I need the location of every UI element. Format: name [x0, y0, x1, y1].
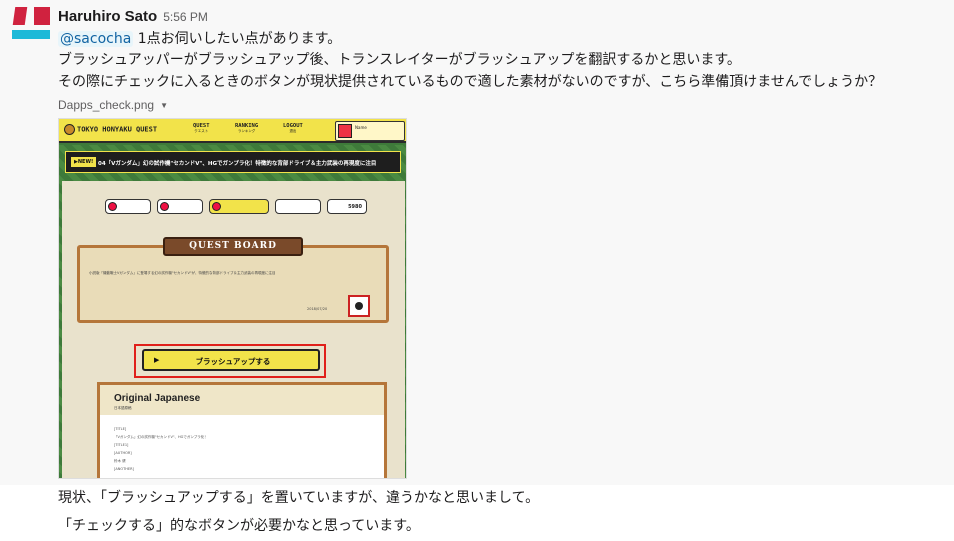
shot-chip — [157, 199, 203, 214]
shot-nav-logout-sub: 退出 — [289, 129, 297, 133]
file-attachment-header[interactable]: Dapps_check.png ▼ — [58, 98, 168, 112]
shot-original-subtitle: 日本語原稿 — [114, 406, 132, 410]
shot-chip-avatar — [108, 202, 117, 211]
shot-logo: TOKYO HONYAKU QUEST — [64, 124, 157, 135]
shot-new-badge: ▶NEW! — [71, 157, 97, 167]
avatar-shape-left — [12, 7, 28, 25]
shot-nav-ranking: RANKING ランキング — [235, 123, 258, 134]
shot-user-avatar — [338, 124, 352, 138]
shot-original-header: Original Japanese 日本語原稿 — [100, 385, 384, 415]
message-container: Haruhiro Sato 5:56 PM @sacocha 1点お伺いしたい点… — [0, 0, 954, 485]
shot-chip-avatar — [160, 202, 169, 211]
shot-original-line: [ANOTHER] — [114, 467, 134, 471]
shot-original-line: [AUTHOR] — [114, 451, 132, 455]
shot-chip-points: 5980 — [327, 199, 367, 214]
shot-nav-quest-sub: クエスト — [194, 129, 209, 133]
shot-team-chips: 5980 — [79, 199, 399, 217]
shot-board-text: 小説版「機動戦士Vガンダム」に登場する幻の試作機"セカンドV"が、特徴的な背部ド… — [89, 271, 276, 275]
shot-chip-active — [209, 199, 269, 214]
message-line-1-text: 1点お伺いしたい点があります。 — [133, 31, 342, 47]
shot-brushup-label: ブラッシュアップする — [195, 357, 271, 366]
user-mention[interactable]: @sacocha — [58, 31, 134, 47]
file-name[interactable]: Dapps_check.png — [58, 98, 154, 112]
attached-image[interactable]: TOKYO HONYAKU QUEST QUEST クエスト RANKING ラ… — [58, 118, 407, 479]
shot-brushup-button: ▶ ブラッシュアップする — [142, 349, 320, 371]
shot-nav-logout: LOGOUT 退出 — [283, 123, 303, 134]
shot-logo-icon — [64, 124, 75, 135]
shot-news-banner: ▶NEW! 04「Vガンダム」幻の試作機"セカンドV"、HGでガンプラ化！特徴的… — [65, 151, 401, 173]
shot-board-avatar — [348, 295, 370, 317]
shot-chip — [275, 199, 321, 214]
shot-board-date: 2018/07/20 — [307, 307, 328, 311]
shot-user-box: Name — [335, 121, 405, 141]
shot-original-line: [TITLE1] — [114, 443, 129, 447]
message-header: Haruhiro Sato 5:56 PM — [58, 8, 208, 25]
shot-original-panel: Original Japanese 日本語原稿 [TITLE] 「Vガンダム」幻… — [97, 382, 387, 478]
message-line-2: ブラッシュアッパーがブラッシュアップ後、トランスレイターがブラッシュアップを翻訳… — [58, 52, 741, 68]
chevron-down-icon[interactable]: ▼ — [160, 101, 168, 110]
avatar-bar — [12, 30, 50, 39]
shot-original-line: [TITLE] — [114, 427, 127, 431]
message-time[interactable]: 5:56 PM — [163, 10, 208, 24]
shot-nav-ranking-sub: ランキング — [237, 129, 256, 133]
followup-line-1: 現状、「ブラッシュアップする」を置いていますが、違うかなと思いまして。 — [58, 490, 540, 506]
shot-original-line: 鈴木 健 — [114, 459, 126, 463]
message-line-1: @sacocha 1点お伺いしたい点があります。 — [58, 29, 341, 49]
shot-board-title: QUEST BOARD — [163, 237, 303, 256]
message-line-3: その際にチェックに入るときのボタンが現状提供されているもので適した素材がないので… — [58, 74, 883, 90]
shot-quest-board — [77, 245, 389, 323]
shot-logo-text: TOKYO HONYAKU QUEST — [77, 125, 158, 134]
shot-chip — [105, 199, 151, 214]
shot-chip-avatar — [212, 202, 221, 211]
shot-original-line: 「Vガンダム」幻の試作機"セカンドV"、HGでガンプラ化！ — [114, 435, 208, 439]
avatar-shape-right — [34, 7, 50, 25]
shot-banner-text: 04「Vガンダム」幻の試作機"セカンドV"、HGでガンプラ化！特徴的な背部ドライ… — [98, 161, 377, 167]
sender-name[interactable]: Haruhiro Sato — [58, 8, 157, 25]
shot-original-title: Original Japanese — [114, 393, 201, 404]
followup-line-2: 「チェックする」的なボタンが必要かなと思っています。 — [58, 518, 420, 534]
shot-chip-count: 5980 — [348, 204, 362, 210]
shot-navbar: TOKYO HONYAKU QUEST QUEST クエスト RANKING ラ… — [59, 119, 406, 143]
avatar[interactable] — [12, 6, 52, 26]
shot-user-name: Name — [355, 125, 367, 130]
shot-nav-quest: QUEST クエスト — [193, 123, 210, 134]
